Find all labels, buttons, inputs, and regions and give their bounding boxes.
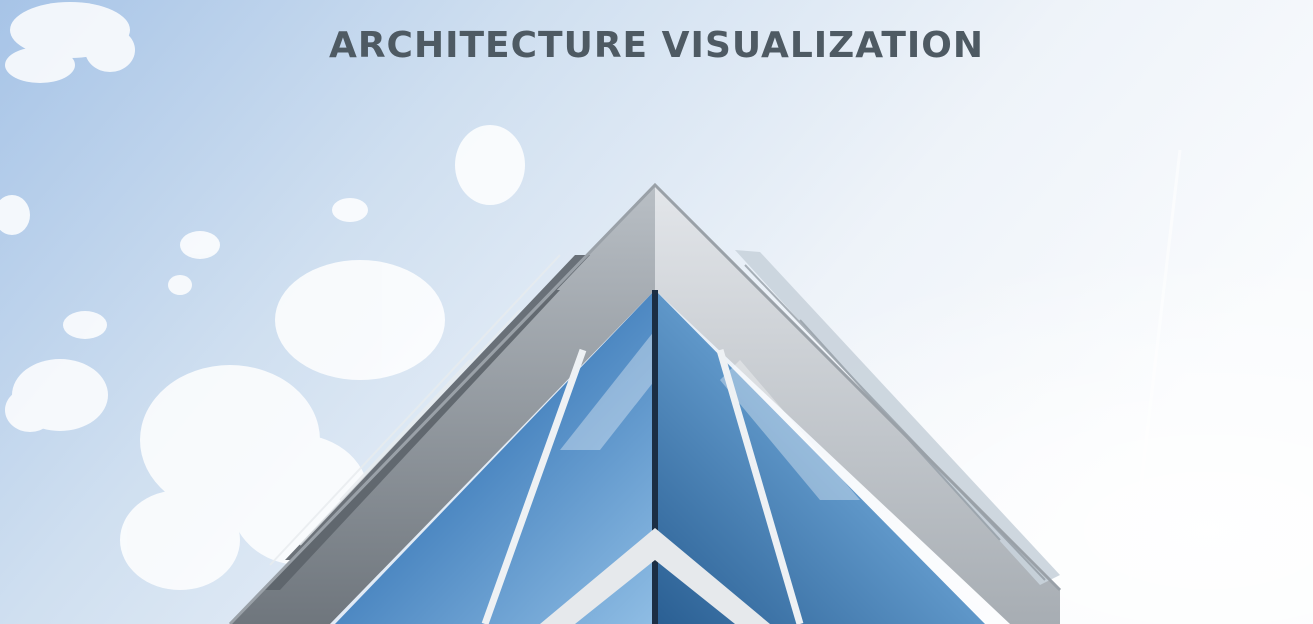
page-title: ARCHITECTURE VISUALIZATION bbox=[328, 25, 985, 66]
hero-banner: ARCHITECTURE VISUALIZATION bbox=[0, 0, 1313, 624]
building-photo bbox=[0, 0, 1313, 624]
